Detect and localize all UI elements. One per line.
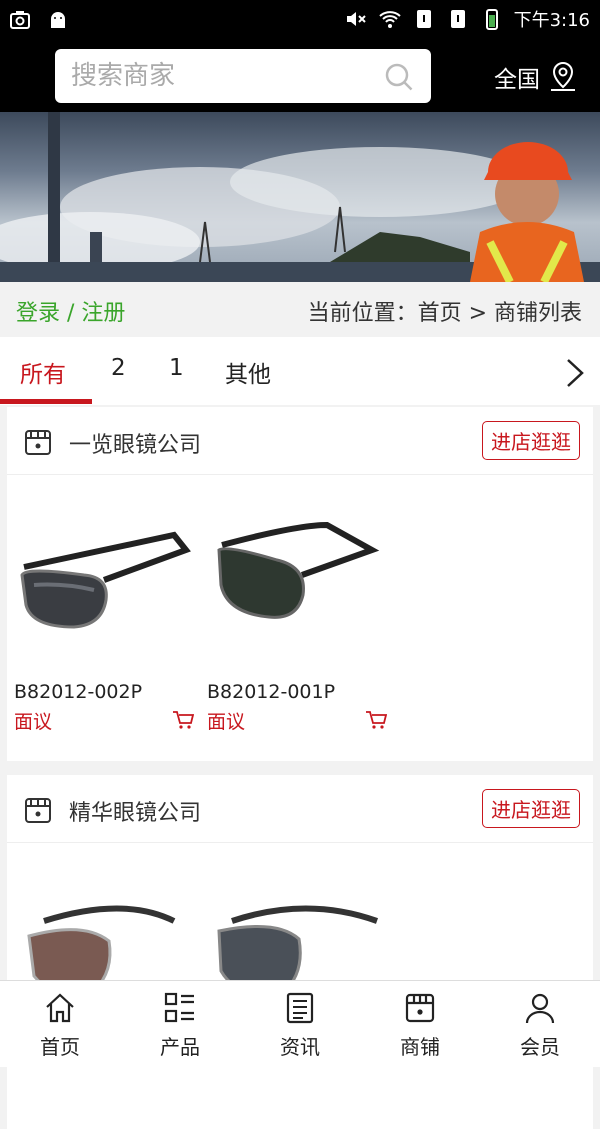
grid-list-icon — [164, 992, 194, 1023]
nav-products[interactable]: 产品 — [120, 991, 240, 1060]
price-text: 面议 — [207, 711, 246, 733]
clock: 下午3:16 — [513, 10, 590, 31]
home-icon — [46, 993, 74, 1023]
location-icon — [551, 61, 575, 91]
shop-header: 一览眼镜公司 进店逛逛 — [7, 407, 593, 475]
product-list: B82012-002P 面议 B82012-001P 面议 — [7, 475, 593, 761]
region-label: 全国 — [494, 67, 540, 93]
search-input[interactable] — [71, 59, 371, 93]
breadcrumb-bar: 登录 / 注册 当前位置：首页 > 商铺列表 — [0, 282, 600, 337]
category-tabs: 所有 2 1 其他 — [0, 337, 600, 405]
search-icon[interactable] — [383, 61, 415, 93]
status-bar: 下午3:16 — [0, 0, 600, 40]
product-code: B82012-001P — [207, 681, 336, 703]
product-code: B82012-002P — [14, 681, 143, 703]
banner-image — [0, 112, 600, 282]
store-icon — [405, 993, 435, 1023]
enter-shop-button[interactable]: 进店逛逛 — [482, 789, 580, 828]
nav-label: 首页 — [40, 1035, 80, 1059]
tab-all[interactable]: 所有 — [20, 355, 66, 389]
active-tab-indicator — [0, 399, 92, 404]
bottom-navigation: 首页 产品 资讯 商铺 会员 — [0, 980, 600, 1067]
nav-label: 资讯 — [280, 1035, 320, 1059]
android-icon — [51, 12, 65, 28]
nav-member[interactable]: 会员 — [480, 991, 600, 1060]
header: 全国 — [0, 40, 600, 112]
breadcrumb: 当前位置：首页 > 商铺列表 — [307, 301, 582, 326]
nav-home[interactable]: 首页 — [0, 991, 120, 1060]
user-icon — [525, 993, 555, 1024]
nav-label: 会员 — [520, 1035, 560, 1059]
tab-2[interactable]: 2 — [111, 355, 126, 381]
news-icon — [286, 992, 314, 1024]
product-card[interactable]: B82012-001P 面议 — [207, 505, 387, 734]
sim2-icon — [450, 10, 465, 28]
nav-news[interactable]: 资讯 — [240, 991, 360, 1060]
region-selector[interactable]: 全国 — [494, 60, 578, 94]
store-icon — [25, 798, 51, 823]
wifi-icon — [378, 11, 401, 28]
product-card[interactable]: B82012-002P 面议 — [14, 505, 194, 734]
search-box[interactable] — [55, 49, 431, 103]
sunglasses-image — [20, 531, 191, 629]
nav-label: 商铺 — [400, 1035, 440, 1059]
enter-shop-button[interactable]: 进店逛逛 — [482, 421, 580, 460]
industrial-scene-illustration — [0, 112, 600, 282]
product-price: 面议 — [207, 707, 387, 734]
cart-icon[interactable] — [172, 710, 194, 730]
shop-card: 一览眼镜公司 进店逛逛 B82012-002P 面议 B82012-001P 面… — [7, 407, 593, 761]
nav-shops[interactable]: 商铺 — [360, 991, 480, 1060]
nav-label: 产品 — [160, 1035, 200, 1059]
battery-icon — [485, 9, 498, 30]
sim1-icon — [416, 10, 431, 28]
cart-icon[interactable] — [365, 710, 387, 730]
shop-name[interactable]: 一览眼镜公司 — [69, 427, 201, 459]
tab-1[interactable]: 1 — [169, 355, 184, 381]
login-register-link[interactable]: 登录 / 注册 — [16, 295, 125, 327]
screenshot-icon — [10, 11, 30, 29]
product-price: 面议 — [14, 707, 194, 734]
shop-header: 精华眼镜公司 进店逛逛 — [7, 775, 593, 843]
shop-card: 精华眼镜公司 进店逛逛 — [7, 775, 593, 1129]
shop-name[interactable]: 精华眼镜公司 — [69, 795, 201, 827]
sunglasses-image — [217, 521, 380, 619]
tab-other[interactable]: 其他 — [225, 355, 271, 389]
mute-icon — [346, 12, 366, 26]
store-icon — [25, 430, 51, 455]
price-text: 面议 — [14, 711, 53, 733]
chevron-right-icon[interactable] — [564, 357, 586, 389]
